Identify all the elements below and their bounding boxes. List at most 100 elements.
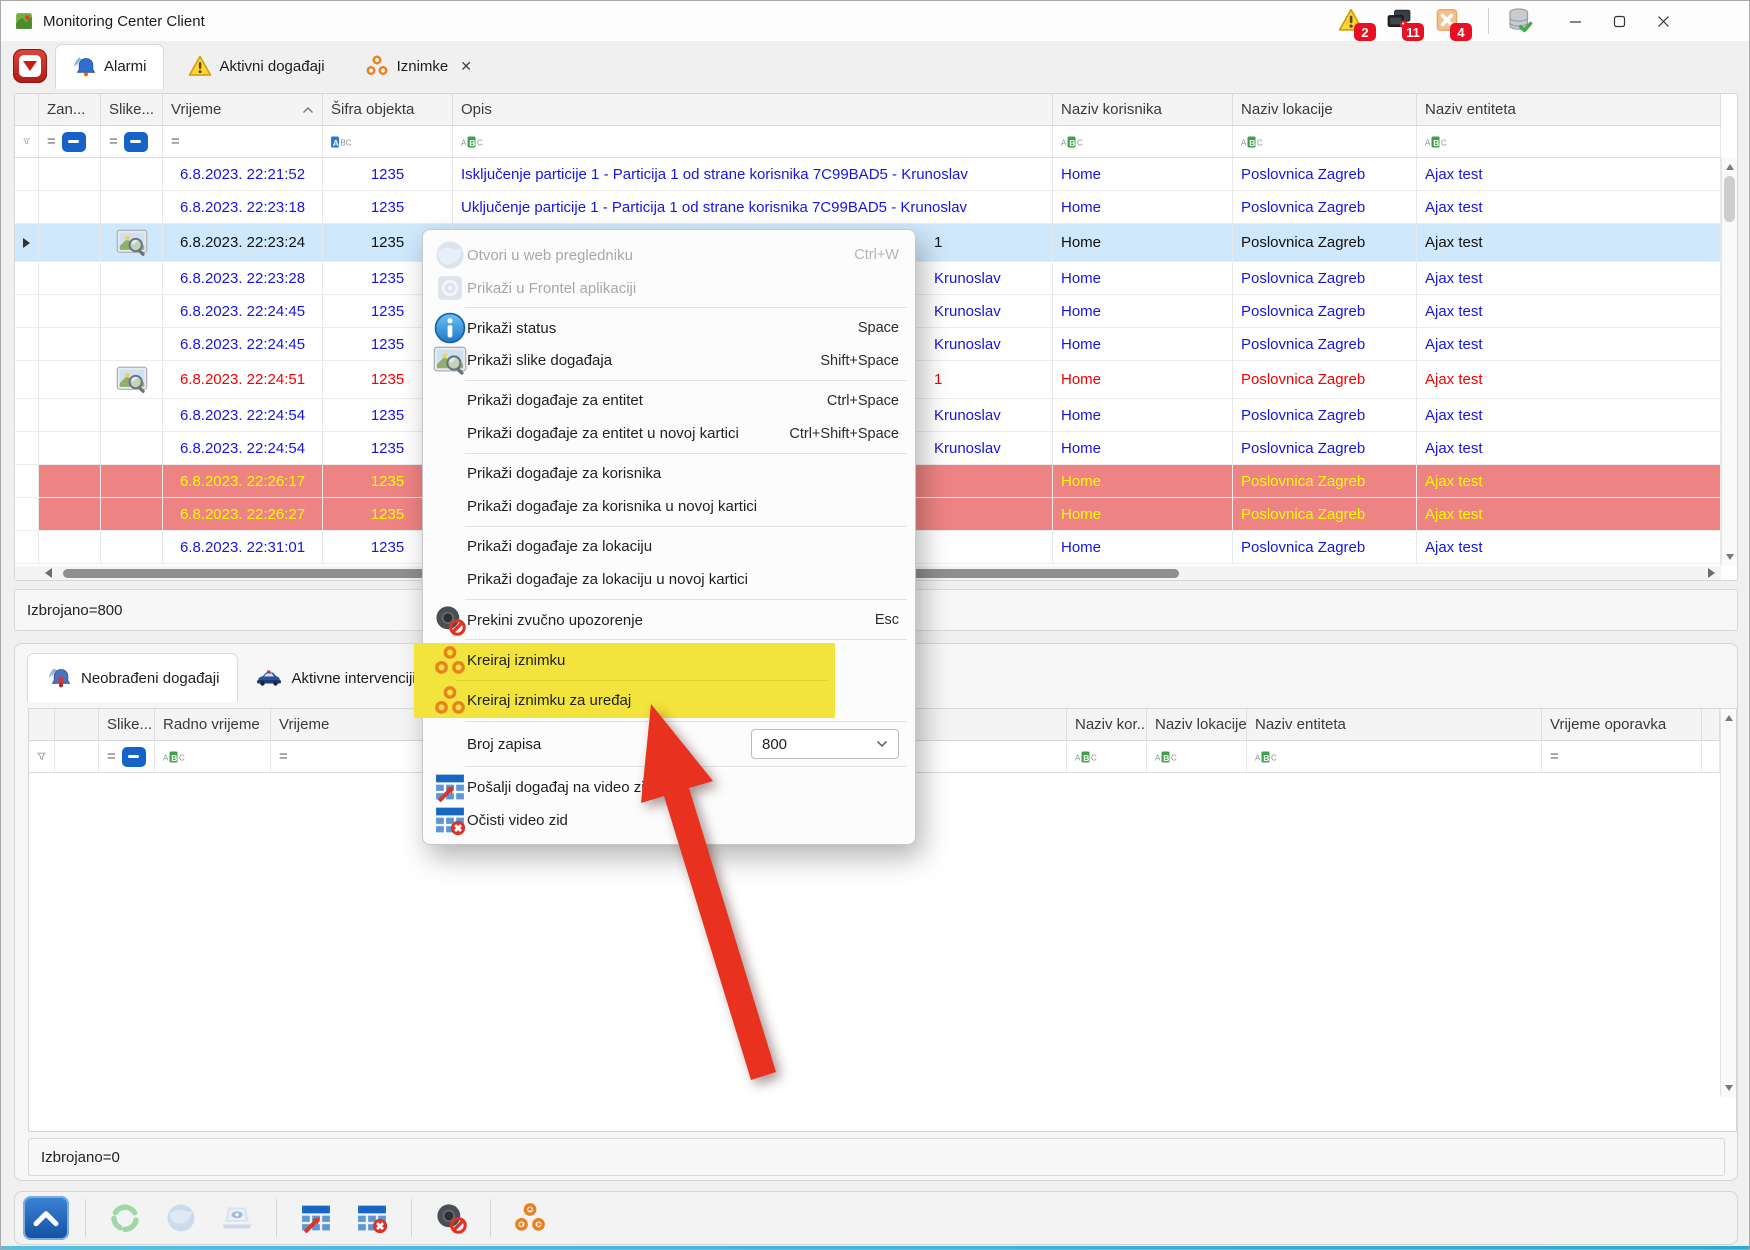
filter-col0[interactable] (15, 126, 39, 158)
table-row[interactable]: 6.8.2023. 22:21:521235Isključenje partic… (15, 158, 1721, 191)
events-column-header-2[interactable]: Slike... (99, 709, 155, 741)
event-picture-icon (115, 229, 149, 256)
cell-korisnik: Home (1053, 191, 1233, 224)
toolbar-button-iznimke[interactable] (507, 1196, 553, 1240)
svg-text:C: C (1077, 138, 1083, 147)
menu-item-entitet-nova[interactable]: Prikaži događaje za entitet u novoj kart… (423, 417, 915, 450)
table-row[interactable]: 6.8.2023. 22:23:181235Uključenje partici… (15, 191, 1721, 224)
filter-toggle-icon[interactable] (124, 132, 148, 152)
column-header-1[interactable]: Slike... (101, 94, 163, 126)
tab-iznimke[interactable]: Iznimke ✕ (349, 44, 488, 88)
tab-neobradjeni-dogadjaji[interactable]: Neobrađeni događaji (27, 653, 238, 702)
cell-korisnik-text: Home (1061, 473, 1101, 490)
menu-item-lokacija[interactable]: Prikaži događaje za lokaciju (423, 530, 915, 563)
errors-indicator[interactable]: 4 (1432, 4, 1466, 38)
close-button[interactable] (1641, 3, 1685, 39)
scroll-up-icon[interactable] (1726, 164, 1734, 170)
filter-col7[interactable]: ABC (1233, 126, 1417, 158)
menu-item-label: Kreiraj iznimku (467, 652, 819, 669)
filter-events-col8[interactable]: ABC (1247, 741, 1542, 773)
record-count-dropdown[interactable]: 800 (751, 729, 899, 759)
chevron-down-icon (876, 740, 888, 748)
tab-alarmi[interactable]: Alarmi (55, 44, 164, 89)
filter-col6[interactable]: ABC (1053, 126, 1233, 158)
scroll-down-icon[interactable] (1725, 1085, 1733, 1091)
filter-toggle-icon[interactable] (62, 132, 86, 152)
filter-events-col6[interactable]: ABC (1067, 741, 1147, 773)
events-column-header-6[interactable]: Naziv kor... (1067, 709, 1147, 741)
filter-events-col9[interactable]: = (1542, 741, 1702, 773)
filter-col8[interactable]: ABC (1417, 126, 1721, 158)
filter-col4[interactable]: ABC (323, 126, 453, 158)
cell-korisnik: Home (1053, 262, 1233, 295)
minimize-button[interactable] (1553, 3, 1597, 39)
warnings-indicator[interactable]: 2 (1336, 4, 1370, 38)
toolbar-button-videowall-clear[interactable] (349, 1196, 395, 1240)
menu-item-lokacija-nova[interactable]: Prikaži događaje za lokaciju u novoj kar… (423, 563, 915, 596)
column-header-4[interactable]: Opis (453, 94, 1053, 126)
menu-item-kreiraj-iznimku-uredjaj[interactable]: Kreiraj iznimku za uređaj (414, 683, 835, 718)
toolbar-button-refresh[interactable] (102, 1196, 148, 1240)
menu-item-korisnik-nova[interactable]: Prikaži događaje za korisnika u novoj ka… (423, 490, 915, 523)
menu-item-entitet[interactable]: Prikaži događaje za entitetCtrl+Space (423, 384, 915, 417)
menu-item-slike-dogadjaja[interactable]: Prikaži slike događajaShift+Space (423, 344, 915, 377)
menu-item-ocisti-videozid[interactable]: Očisti video zid (423, 803, 915, 836)
main-menu-button[interactable] (13, 49, 47, 83)
cell-lokacija: Poslovnica Zagreb (1233, 191, 1417, 224)
tab-iznimke-label: Iznimke (397, 58, 449, 75)
column-header-6-text: Naziv lokacije (1241, 101, 1333, 118)
filter-col3[interactable]: = (163, 126, 323, 158)
column-header-3[interactable]: Šifra objekta (323, 94, 453, 126)
menu-item-kreiraj-iznimku[interactable]: Kreiraj iznimku (414, 643, 835, 678)
events-column-header-7[interactable]: Naziv lokacije (1147, 709, 1247, 741)
alarm-count-label: Izbrojano=800 (27, 602, 123, 619)
filter-events-col7[interactable]: ABC (1147, 741, 1247, 773)
column-header-6[interactable]: Naziv lokacije (1233, 94, 1417, 126)
alarm-bell-icon (72, 55, 96, 79)
cell-korisnik-text: Home (1061, 303, 1101, 320)
filter-col2[interactable]: = (101, 126, 163, 158)
toolbar-button-videowall-send[interactable] (293, 1196, 339, 1240)
tab-aktivne-intervencije[interactable]: Aktivne intervencijie (238, 654, 442, 702)
vertical-scroll-thumb[interactable] (1724, 176, 1735, 222)
row-indicator-cell (15, 262, 39, 295)
close-tab-icon[interactable]: ✕ (460, 58, 472, 75)
column-header-5[interactable]: Naziv korisnika (1053, 94, 1233, 126)
filter-events-col10[interactable] (1702, 741, 1720, 773)
filter-events-col0[interactable] (29, 741, 55, 773)
menu-item-broj-zapisa[interactable]: Broj zapisa800 (423, 725, 915, 763)
column-header-7[interactable]: Naziv entiteta (1417, 94, 1721, 126)
toolbar-button-frontel-view[interactable] (214, 1196, 260, 1240)
scroll-down-icon[interactable] (1726, 554, 1734, 560)
column-header-2[interactable]: Vrijeme (163, 94, 323, 126)
events-column-header-3[interactable]: Radno vrijeme (155, 709, 271, 741)
toolbar-button-mute[interactable] (428, 1196, 474, 1240)
menu-item-prekini-zvuk[interactable]: Prekini zvučno upozorenjeEsc (423, 603, 915, 636)
events-vertical-scrollbar[interactable] (1720, 709, 1736, 1097)
app-window: Monitoring Center Client 2 11 4 (0, 0, 1750, 1250)
tab-aktivni-dogadjaji[interactable]: Aktivni događaji (172, 44, 341, 88)
filter-events-col2[interactable]: = (99, 741, 155, 773)
maximize-button[interactable] (1597, 3, 1641, 39)
events-column-header-9[interactable]: Vrijeme oporavka (1542, 709, 1702, 741)
toolbar-button-expand[interactable] (23, 1196, 69, 1240)
scroll-up-icon[interactable] (1725, 715, 1733, 721)
menu-item-status[interactable]: Prikaži statusSpace (423, 311, 915, 344)
menu-item-korisnik[interactable]: Prikaži događaje za korisnika (423, 457, 915, 490)
menu-item-frontel: Prikaži u Frontel aplikaciji (423, 271, 915, 304)
monitors-indicator[interactable]: 11 (1384, 4, 1418, 38)
filter-toggle-icon[interactable] (122, 747, 146, 767)
menu-item-posalji-videozid[interactable]: Pošalji događaj na video zid (423, 770, 915, 803)
vertical-scrollbar[interactable] (1721, 158, 1737, 566)
filter-col1[interactable]: = (39, 126, 101, 158)
scroll-left-icon[interactable] (45, 568, 52, 578)
filter-events-col3[interactable]: ABC (155, 741, 271, 773)
column-header-0[interactable]: Zan... (39, 94, 101, 126)
events-column-header-8[interactable]: Naziv entiteta (1247, 709, 1542, 741)
cell-opis-text: Krunoslav (934, 303, 1001, 320)
cell-vrijeme-text: 6.8.2023. 22:23:28 (180, 270, 305, 287)
filter-col5[interactable]: ABC (453, 126, 1053, 158)
filter-events-col1[interactable] (55, 741, 99, 773)
scroll-right-icon[interactable] (1708, 568, 1715, 578)
toolbar-button-web-view[interactable] (158, 1196, 204, 1240)
